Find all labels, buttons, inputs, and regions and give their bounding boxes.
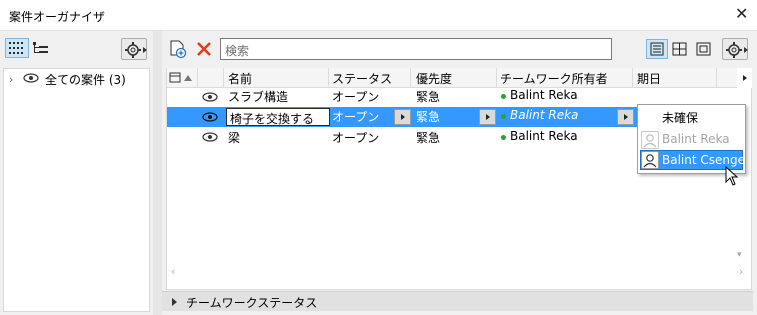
row-priority: 緊急 <box>416 131 441 145</box>
column-header-name[interactable]: 名前 <box>228 70 252 87</box>
column-header-owner[interactable]: チームワーク所有者 <box>500 70 608 87</box>
chevron-right-icon <box>486 114 490 120</box>
window-title: 案件オーガナイザ <box>9 10 106 24</box>
gear-icon <box>726 42 748 58</box>
name-edit-field[interactable]: 椅子を交換する <box>226 108 330 126</box>
chevron-right-icon <box>624 114 628 120</box>
header-separator <box>496 68 497 88</box>
mouse-cursor-icon <box>724 165 740 191</box>
scroll-right-icon[interactable]: › <box>739 265 743 278</box>
header-separator <box>716 68 717 88</box>
tree-view-button[interactable] <box>31 40 51 58</box>
status-dropdown-button[interactable] <box>394 109 411 125</box>
square-icon <box>696 42 711 56</box>
tile-view-button[interactable] <box>5 38 29 58</box>
user-avatar-icon <box>641 151 659 169</box>
chevron-right-icon <box>401 114 405 120</box>
row-status: オープン <box>332 90 380 104</box>
popup-item-unassigned[interactable]: 未確保 <box>662 109 698 126</box>
column-header-priority[interactable]: 優先度 <box>416 70 452 87</box>
grid-icon <box>672 42 687 56</box>
row-status: オープン <box>332 110 380 124</box>
online-status-icon <box>501 135 506 140</box>
horizontal-scrollbar[interactable]: ‹ › <box>167 264 751 281</box>
eye-icon[interactable] <box>23 72 39 87</box>
search-input[interactable]: 検索 <box>220 38 612 60</box>
chevron-right-icon[interactable]: › <box>9 73 13 86</box>
header-separator <box>223 68 224 88</box>
right-settings-button[interactable] <box>722 38 748 60</box>
list-icon <box>650 42 664 56</box>
row-owner: Balint Reka <box>510 129 578 143</box>
row-priority: 緊急 <box>416 90 441 104</box>
chevron-right-icon <box>743 75 747 81</box>
row-priority: 緊急 <box>416 110 441 124</box>
row-name: 梁 <box>228 131 241 145</box>
title-bar: 案件オーガナイザ ✕ <box>0 0 757 31</box>
close-icon[interactable]: ✕ <box>735 6 748 22</box>
row-name: スラブ構造 <box>228 90 289 104</box>
issue-tree <box>3 68 150 312</box>
priority-dropdown-button[interactable] <box>479 109 496 125</box>
gear-icon <box>125 42 147 58</box>
left-settings-button[interactable] <box>121 38 147 60</box>
header-separator <box>410 68 411 88</box>
column-header-due[interactable]: 期日 <box>637 70 661 87</box>
header-separator <box>632 68 633 88</box>
header-separator <box>328 68 329 88</box>
teamwork-status-section[interactable]: チームワークステータス <box>162 291 753 311</box>
tree-item-all-issues[interactable]: 全ての案件 (3) <box>45 71 126 88</box>
grid-view-button[interactable] <box>670 40 690 61</box>
user-avatar-icon <box>641 131 659 149</box>
eye-icon[interactable] <box>202 111 218 126</box>
preview-view-button[interactable] <box>694 40 714 61</box>
online-status-icon <box>501 94 506 99</box>
expand-arrow-icon[interactable] <box>171 297 179 307</box>
popup-item-label: Balint Csenge <box>662 153 745 167</box>
new-issue-icon[interactable] <box>168 39 188 62</box>
popup-item-owner[interactable]: Balint Reka <box>662 132 730 146</box>
dots-grid-icon <box>9 42 23 54</box>
delete-icon[interactable] <box>195 40 213 61</box>
header-separator <box>197 68 198 88</box>
list-view-button[interactable] <box>646 39 668 59</box>
eye-icon[interactable] <box>202 91 218 106</box>
online-status-icon <box>501 114 506 119</box>
tree-icon <box>33 42 48 53</box>
column-header-status[interactable]: ステータス <box>332 70 392 87</box>
owner-dropdown-button[interactable] <box>617 109 634 125</box>
row-status: オープン <box>332 131 380 145</box>
scroll-right-button[interactable] <box>737 68 752 88</box>
eye-icon[interactable] <box>202 131 218 146</box>
row-owner: Balint Reka <box>510 108 579 122</box>
name-edit-value: 椅子を交換する <box>230 112 315 126</box>
scroll-left-icon[interactable]: ‹ <box>171 265 175 278</box>
scroll-down-icon[interactable]: ▾ <box>737 250 742 260</box>
pane-splitter[interactable] <box>153 31 162 315</box>
search-placeholder: 検索 <box>225 44 250 58</box>
sort-icon[interactable] <box>169 71 195 88</box>
row-owner: Balint Reka <box>510 88 578 102</box>
footer-label: チームワークステータス <box>186 296 318 310</box>
